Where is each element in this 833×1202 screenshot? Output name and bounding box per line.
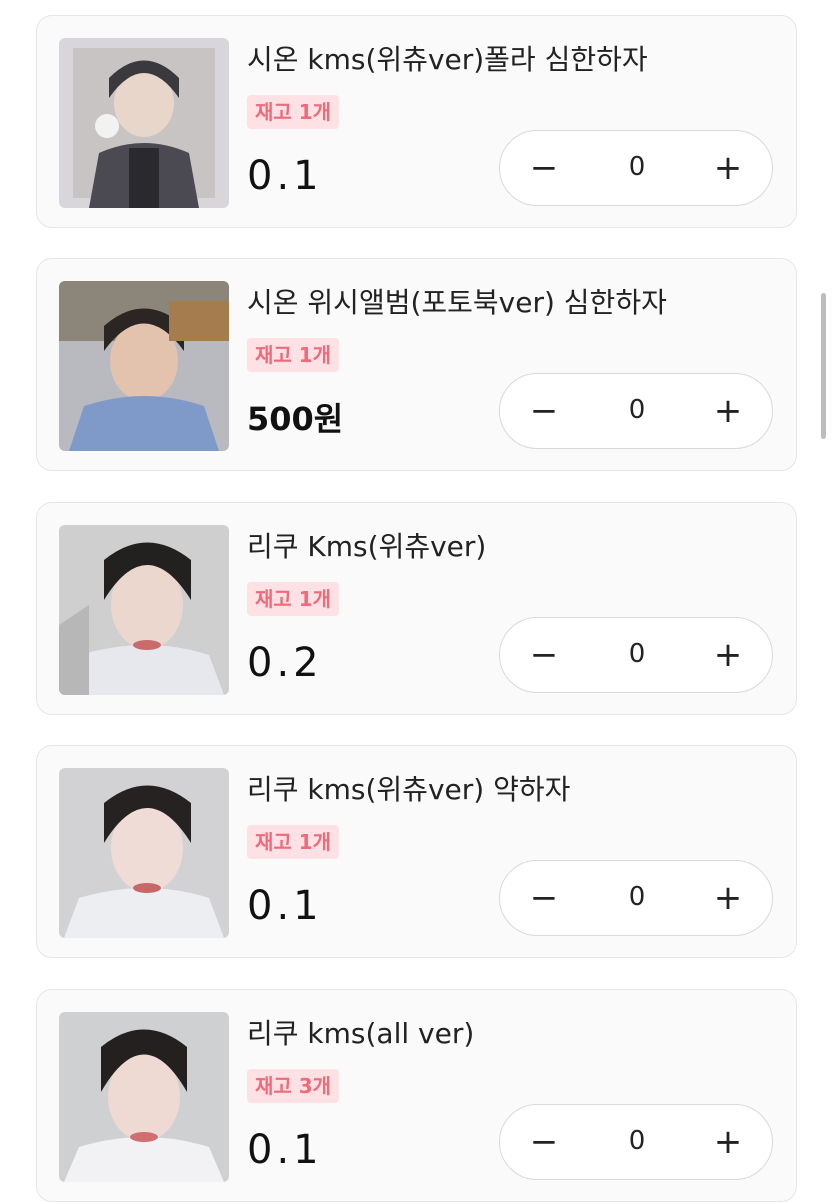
stock-badge: 재고 1개 bbox=[247, 825, 340, 859]
product-title: 리쿠 Kms(위츄ver) bbox=[247, 530, 487, 563]
price-label: 0.1 bbox=[247, 1127, 323, 1173]
quantity-stepper: − 0 + bbox=[499, 617, 773, 693]
product-photo bbox=[59, 38, 229, 208]
decrease-button[interactable]: − bbox=[504, 131, 584, 204]
photocard-image-icon bbox=[59, 768, 229, 938]
product-card: 시온 위시앨범(포토북ver) 심한하자 재고 1개 500원 − 0 + bbox=[36, 258, 797, 471]
quantity-value: 0 bbox=[628, 882, 646, 912]
product-card: 시온 kms(위츄ver)폴라 심한하자 재고 1개 0.1 − 0 + bbox=[36, 15, 797, 228]
quantity-value: 0 bbox=[628, 639, 646, 669]
quantity-stepper: − 0 + bbox=[499, 130, 773, 206]
photocard-image-icon bbox=[59, 38, 229, 208]
product-card: 리쿠 kms(all ver) 재고 3개 0.1 − 0 + bbox=[36, 989, 797, 1202]
price-label: 500원 bbox=[247, 400, 344, 438]
product-title: 리쿠 kms(위츄ver) 약하자 bbox=[247, 773, 571, 806]
stock-badge: 재고 1개 bbox=[247, 338, 340, 372]
quantity-stepper: − 0 + bbox=[499, 860, 773, 936]
price-label: 0.2 bbox=[247, 640, 323, 686]
decrease-button[interactable]: − bbox=[504, 861, 584, 934]
stock-badge: 재고 1개 bbox=[247, 582, 340, 616]
product-photo bbox=[59, 525, 229, 695]
product-photo bbox=[59, 768, 229, 938]
increase-button[interactable]: + bbox=[688, 861, 768, 934]
increase-button[interactable]: + bbox=[688, 374, 768, 447]
price-label: 0.1 bbox=[247, 883, 323, 929]
quantity-value: 0 bbox=[628, 152, 646, 182]
product-photo bbox=[59, 281, 229, 451]
product-card: 리쿠 Kms(위츄ver) 재고 1개 0.2 − 0 + bbox=[36, 502, 797, 715]
quantity-value: 0 bbox=[628, 395, 646, 425]
quantity-stepper: − 0 + bbox=[499, 373, 773, 449]
scrollbar[interactable] bbox=[821, 293, 826, 439]
photocard-image-icon bbox=[59, 525, 229, 695]
product-card: 리쿠 kms(위츄ver) 약하자 재고 1개 0.1 − 0 + bbox=[36, 745, 797, 958]
increase-button[interactable]: + bbox=[688, 131, 768, 204]
increase-button[interactable]: + bbox=[688, 1105, 768, 1178]
decrease-button[interactable]: − bbox=[504, 618, 584, 691]
product-photo bbox=[59, 1012, 229, 1182]
stock-badge: 재고 3개 bbox=[247, 1069, 340, 1103]
quantity-stepper: − 0 + bbox=[499, 1104, 773, 1180]
stock-badge: 재고 1개 bbox=[247, 95, 340, 129]
product-title: 시온 kms(위츄ver)폴라 심한하자 bbox=[247, 43, 648, 76]
photocard-image-icon bbox=[59, 281, 229, 451]
increase-button[interactable]: + bbox=[688, 618, 768, 691]
quantity-value: 0 bbox=[628, 1126, 646, 1156]
decrease-button[interactable]: − bbox=[504, 374, 584, 447]
decrease-button[interactable]: − bbox=[504, 1105, 584, 1178]
photocard-image-icon bbox=[59, 1012, 229, 1182]
product-title: 시온 위시앨범(포토북ver) 심한하자 bbox=[247, 286, 667, 319]
price-label: 0.1 bbox=[247, 153, 323, 199]
product-title: 리쿠 kms(all ver) bbox=[247, 1017, 475, 1050]
